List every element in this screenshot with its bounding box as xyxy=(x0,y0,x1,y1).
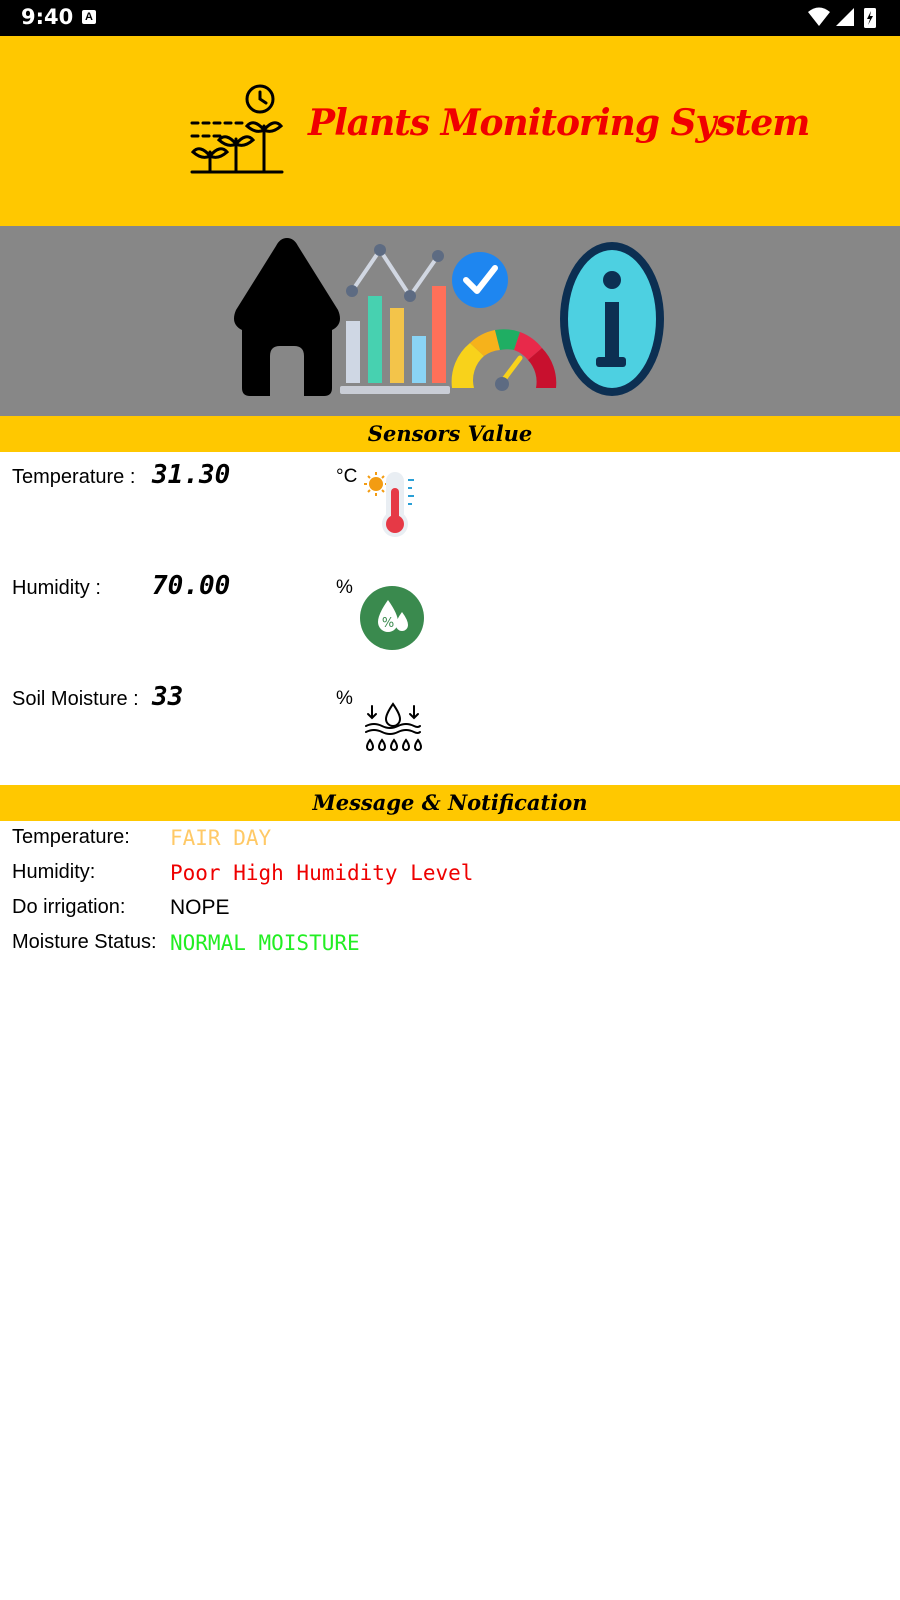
signal-icon xyxy=(836,8,854,26)
status-time: 9:40 xyxy=(21,5,74,29)
temperature-value: 31.30 xyxy=(152,460,231,490)
status-bar: 9:40 A xyxy=(0,0,900,36)
message-moisture-row: Moisture Status: NORMAL MOISTURE xyxy=(0,927,900,962)
temperature-label: Temperature : xyxy=(12,466,136,488)
humidity-unit: % xyxy=(336,577,353,598)
notification-icon: A xyxy=(82,10,96,24)
humidity-row: Humidity : 70.00 % % xyxy=(0,563,900,673)
temperature-row: Temperature : 31.30 °C xyxy=(0,452,900,562)
soil-moisture-icon xyxy=(365,702,423,751)
message-humidity-value: Poor High Humidity Level xyxy=(170,861,474,885)
humidity-label: Humidity : xyxy=(12,577,101,599)
message-humidity-label: Humidity: xyxy=(12,861,96,883)
message-irrigation-value: NOPE xyxy=(170,896,230,919)
svg-text:%: % xyxy=(382,616,394,631)
soil-moisture-value: 33 xyxy=(152,682,184,712)
messages-section-header: Message & Notification xyxy=(0,785,900,821)
plant-timer-icon xyxy=(190,84,284,174)
message-temperature-label: Temperature: xyxy=(12,826,130,848)
info-icon[interactable] xyxy=(558,240,666,400)
system-icons xyxy=(808,7,876,28)
message-moisture-value: NORMAL MOISTURE xyxy=(170,931,360,955)
soil-moisture-unit: % xyxy=(336,688,353,709)
message-irrigation-row: Do irrigation: NOPE xyxy=(0,892,900,927)
nav-bar xyxy=(0,226,900,416)
message-temperature-value: FAIR DAY xyxy=(170,826,272,850)
app-header: Plants Monitoring System xyxy=(0,36,900,226)
app-title: Plants Monitoring System xyxy=(308,102,810,144)
soil-moisture-row: Soil Moisture : 33 % xyxy=(0,674,900,784)
message-irrigation-label: Do irrigation: xyxy=(12,896,126,918)
battery-icon xyxy=(864,8,876,28)
temperature-unit: °C xyxy=(336,466,358,487)
thermometer-icon xyxy=(364,472,414,537)
chart-icon[interactable] xyxy=(340,236,450,398)
humidity-value: 70.00 xyxy=(152,571,231,601)
home-icon[interactable] xyxy=(232,238,342,398)
message-temperature-row: Temperature: FAIR DAY xyxy=(0,822,900,857)
humidity-drop-icon: % xyxy=(360,586,424,650)
soil-moisture-label: Soil Moisture : xyxy=(12,688,139,710)
message-moisture-label: Moisture Status: xyxy=(12,931,157,953)
wifi-icon xyxy=(808,7,830,26)
gauge-check-icon[interactable] xyxy=(450,238,560,398)
sensors-section-header: Sensors Value xyxy=(0,416,900,452)
message-humidity-row: Humidity: Poor High Humidity Level xyxy=(0,857,900,892)
